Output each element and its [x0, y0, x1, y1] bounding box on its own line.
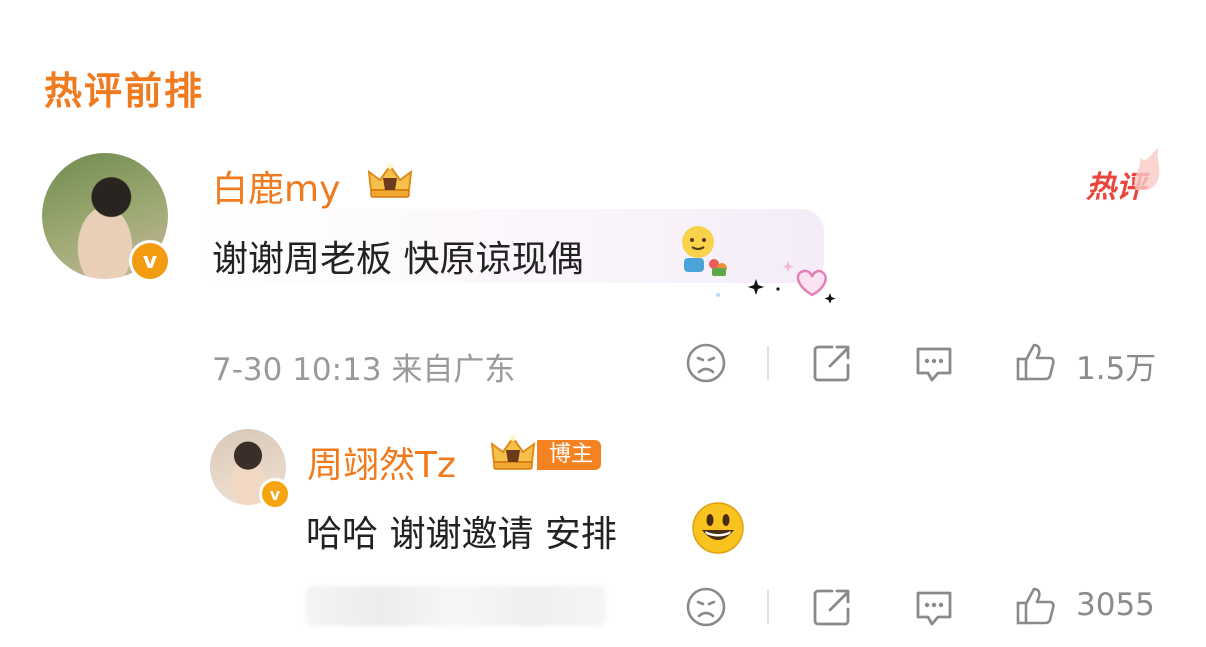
share-icon[interactable] [810, 341, 854, 385]
author-tag: 博主 [537, 440, 602, 470]
sad-face-icon[interactable] [684, 341, 728, 385]
like-count: 3055 [1076, 587, 1155, 623]
reply-text: 哈哈 谢谢邀请 安排 [306, 514, 617, 555]
action-divider [767, 346, 769, 380]
comment-username[interactable]: 白鹿my [212, 160, 340, 212]
comment-meta: 7-30 10:13 来自广东 [212, 352, 516, 388]
comment-icon[interactable] [912, 341, 956, 385]
share-icon[interactable] [810, 585, 854, 629]
flame-icon [1134, 148, 1160, 190]
comment-icon[interactable] [912, 585, 956, 629]
verified-badge-icon: v [129, 240, 171, 282]
comment-item: v 白鹿my 热评 谢谢周老板 快原谅现偶 7-30 10:13 来自广东 1.… [0, 0, 1206, 400]
heart-sparkle-icon [716, 261, 836, 303]
thumbs-up-icon[interactable] [1014, 340, 1058, 384]
verified-badge-icon: v [259, 478, 291, 510]
crown-badge-icon [490, 435, 536, 470]
redacted-meta [306, 586, 606, 626]
thumbs-up-icon[interactable] [1014, 584, 1058, 628]
like-count: 1.5万 [1076, 351, 1157, 387]
action-divider [767, 590, 769, 624]
reply-username[interactable]: 周翊然Tz [307, 436, 456, 488]
sad-face-icon[interactable] [684, 585, 728, 629]
grinning-emoji-icon [692, 502, 744, 554]
comment-text: 谢谢周老板 快原谅现偶 [212, 239, 584, 280]
crown-badge-icon [367, 163, 413, 198]
